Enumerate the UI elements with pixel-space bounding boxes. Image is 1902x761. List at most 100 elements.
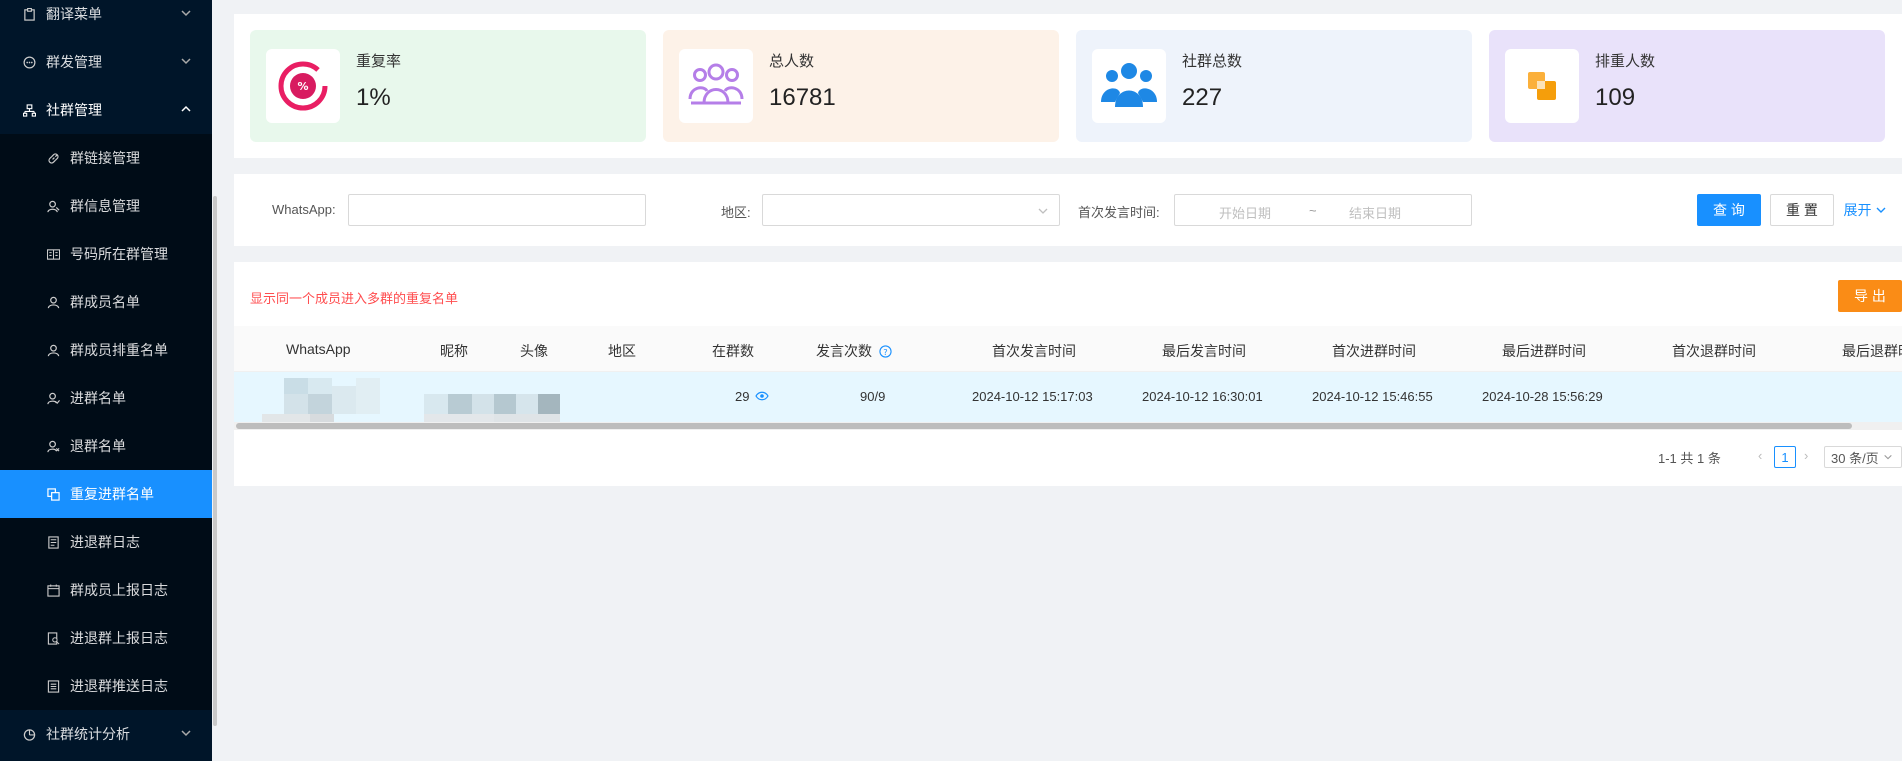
expand-label: 展开 (1843, 202, 1872, 218)
sidebar-item-leave-list[interactable]: 退群名单 (0, 422, 212, 470)
expand-link[interactable]: 展开 (1840, 194, 1890, 226)
date-range-picker[interactable]: 开始日期 ~ 结束日期 (1174, 194, 1472, 226)
pie-icon (22, 727, 36, 741)
group-count-value: 29 (735, 389, 750, 404)
help-circle-icon[interactable]: ? (879, 345, 892, 358)
stat-label: 重复率 (356, 53, 402, 70)
start-date-placeholder: 开始日期 (1219, 206, 1272, 221)
stat-value: 16781 (769, 84, 836, 111)
stat-label: 总人数 (769, 53, 815, 70)
blurred-nickname-cell (424, 378, 504, 424)
sidebar-scrollbar[interactable] (213, 196, 217, 726)
first-msg-time-label: 首次发言时间: (1078, 205, 1160, 220)
user-info-icon (46, 199, 60, 213)
menu-label: 社群管理 (46, 102, 102, 118)
col-msg-count[interactable]: 发言次数 ? (816, 341, 892, 361)
stat-label: 社群总数 (1182, 53, 1243, 70)
chevron-down-icon (1883, 454, 1892, 460)
table-row[interactable]: 29 90/9 2024-10-12 15:17:03 2024-10-12 1… (234, 372, 1902, 424)
col-nickname[interactable]: 昵称 (440, 341, 468, 361)
group-count-cell[interactable]: 29 (735, 389, 769, 404)
list-icon (46, 679, 60, 693)
clipboard-icon (22, 7, 36, 21)
sidebar-item-group-info[interactable]: 群信息管理 (0, 182, 212, 230)
filter-bar: WhatsApp: 地区: 首次发言时间: 开始日期 ~ 结束日期 查 询 重 … (234, 174, 1902, 246)
last-join-time-cell: 2024-10-28 15:56:29 (1482, 389, 1603, 404)
stat-value: 1% (356, 84, 391, 111)
col-whatsapp[interactable]: WhatsApp (286, 341, 351, 357)
table-panel: 显示同一个成员进入多群的重复名单 导 出 WhatsApp 昵称 头像 地区 在… (234, 262, 1902, 486)
eye-icon[interactable] (755, 391, 769, 401)
stat-card-repeat-rate: % 重复率 1% (250, 30, 646, 142)
export-button[interactable]: 导 出 (1838, 280, 1902, 312)
sidebar-item-group-links[interactable]: 群链接管理 (0, 134, 212, 182)
book-icon (46, 247, 60, 261)
col-avatar[interactable]: 头像 (520, 341, 548, 361)
col-last-join-time[interactable]: 最后进群时间 (1502, 341, 1586, 361)
sidebar-item-label: 群成员上报日志 (70, 582, 168, 598)
range-separator: ~ (1309, 203, 1317, 218)
doc-search-icon (46, 631, 60, 645)
menu-mass-send[interactable]: 群发管理 (0, 38, 212, 86)
page-1-button[interactable]: 1 (1774, 446, 1796, 468)
user-in-icon (46, 391, 60, 405)
blurred-whatsapp-cell (262, 378, 414, 424)
end-date-placeholder: 结束日期 (1349, 206, 1402, 221)
whatsapp-label: WhatsApp: (272, 202, 336, 217)
pagination-summary: 1-1 共 1 条 (1658, 451, 1721, 466)
sidebar-item-label: 群成员排重名单 (70, 342, 168, 358)
col-last-msg-time[interactable]: 最后发言时间 (1162, 341, 1246, 361)
col-first-msg-time[interactable]: 首次发言时间 (992, 341, 1076, 361)
people-group-icon (1092, 49, 1166, 123)
sidebar-item-number-groups[interactable]: 号码所在群管理 (0, 230, 212, 278)
sidebar-item-join-leave-push-log[interactable]: 进退群推送日志 (0, 662, 212, 710)
region-select[interactable] (762, 194, 1060, 226)
col-first-leave-time[interactable]: 首次退群时间 (1672, 341, 1756, 361)
prev-page-icon[interactable]: ‹ (1758, 448, 1762, 463)
sidebar-item-label: 进退群推送日志 (70, 678, 168, 694)
main-content: % 重复率 1% 总人数 16781 社群总数 227 排重人数 109 Wha… (218, 0, 1902, 761)
col-region[interactable]: 地区 (608, 341, 636, 361)
sidebar-item-join-list[interactable]: 进群名单 (0, 374, 212, 422)
menu-translate[interactable]: 翻译菜单 (0, 0, 212, 38)
reset-button[interactable]: 重 置 (1770, 194, 1834, 226)
whatsapp-input[interactable] (348, 194, 646, 226)
chevron-down-icon (181, 58, 191, 65)
avatar (494, 378, 560, 424)
sidebar-item-label: 进退群上报日志 (70, 630, 168, 646)
menu-community-stats[interactable]: 社群统计分析 (0, 710, 212, 758)
sidebar-item-label: 号码所在群管理 (70, 246, 168, 262)
next-page-icon[interactable]: › (1804, 448, 1808, 463)
svg-text:?: ? (883, 347, 887, 357)
sidebar-item-join-leave-report-log[interactable]: 进退群上报日志 (0, 614, 212, 662)
stat-value: 109 (1595, 84, 1636, 111)
table-header: WhatsApp 昵称 头像 地区 在群数 发言次数 ? 首次发言时间 最后发言… (234, 326, 1902, 372)
sidebar-item-member-dedupe[interactable]: 群成员排重名单 (0, 326, 212, 374)
sidebar-item-label: 群成员名单 (70, 294, 140, 310)
sidebar-item-member-list[interactable]: 群成员名单 (0, 278, 212, 326)
col-last-leave-time[interactable]: 最后退群时间 (1842, 341, 1902, 361)
chevron-down-icon (1876, 207, 1885, 213)
chevron-down-icon (1038, 208, 1048, 214)
col-group-count[interactable]: 在群数 (712, 341, 754, 361)
page-size-select[interactable]: 30 条/页 (1824, 446, 1902, 468)
sidebar-item-repeat-join[interactable]: 重复进群名单 (0, 470, 212, 518)
table-hint: 显示同一个成员进入多群的重复名单 (250, 291, 459, 306)
sidebar-item-label: 群链接管理 (70, 150, 140, 166)
sidebar-item-member-report-log[interactable]: 群成员上报日志 (0, 566, 212, 614)
page-size-value: 30 条/页 (1831, 450, 1879, 466)
copy-icon (46, 487, 60, 501)
query-button[interactable]: 查 询 (1697, 194, 1761, 226)
scrollbar-thumb[interactable] (236, 423, 1852, 429)
percent-icon: % (266, 49, 340, 123)
sidebar-item-label: 进退群日志 (70, 534, 140, 550)
sidebar-item-join-leave-log[interactable]: 进退群日志 (0, 518, 212, 566)
chat-icon (22, 55, 36, 69)
col-first-join-time[interactable]: 首次进群时间 (1332, 341, 1416, 361)
menu-label: 翻译菜单 (46, 6, 102, 22)
menu-label: 群发管理 (46, 54, 102, 70)
menu-community[interactable]: 社群管理 (0, 86, 212, 134)
stat-card-dedupe-people: 排重人数 109 (1489, 30, 1885, 142)
stat-value: 227 (1182, 84, 1223, 111)
last-msg-time-cell: 2024-10-12 16:30:01 (1142, 389, 1263, 404)
